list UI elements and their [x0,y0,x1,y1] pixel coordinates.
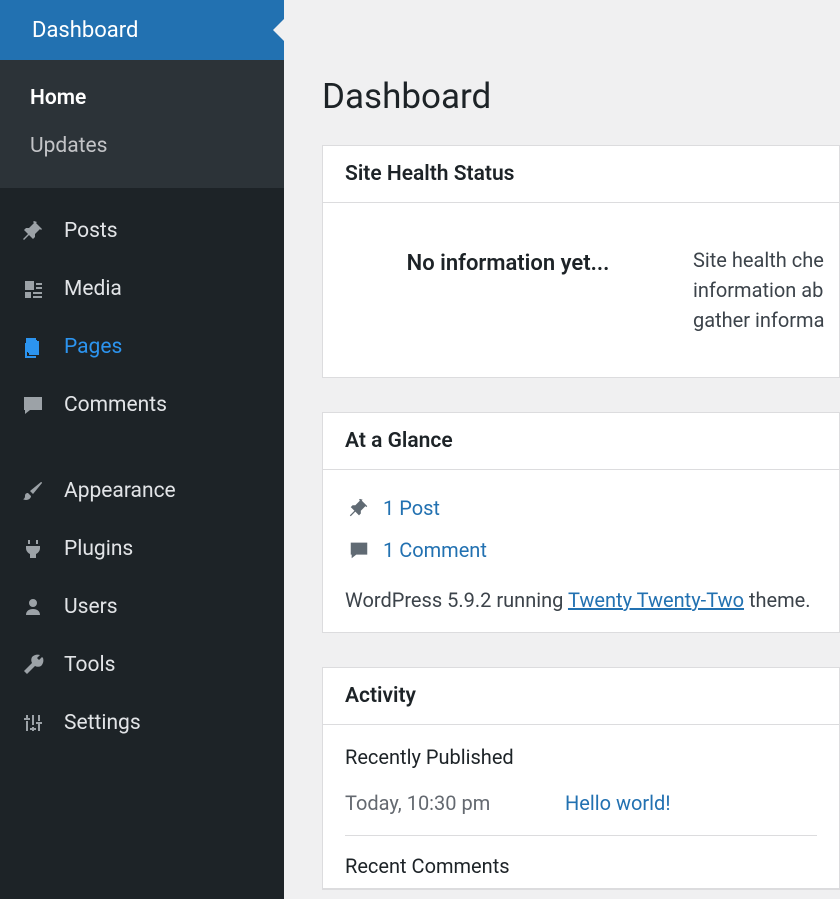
pushpin-icon [345,494,373,522]
glance-footer: WordPress 5.9.2 running Twenty Twenty-Tw… [345,588,817,612]
sidebar-item-settings[interactable]: Settings [0,694,284,752]
activity-heading: Activity [345,684,817,708]
glance-footer-pre: WordPress 5.9.2 running [345,588,568,612]
divider [323,888,839,889]
sidebar-item-label: Plugins [64,537,133,561]
site-health-header: Site Health Status [323,146,839,203]
activity-widget: Activity Recently Published Today, 10:30… [322,667,840,890]
glance-heading: At a Glance [345,429,817,453]
sidebar-item-posts[interactable]: Posts [0,202,284,260]
activity-post-link[interactable]: Hello world! [565,791,670,815]
activity-recently-published: Recently Published [345,745,817,769]
site-health-desc-line: information ab [693,275,824,305]
sliders-icon [20,710,46,736]
comments-icon [20,392,46,418]
dashboard-submenu: Home Updates [0,60,284,188]
sidebar-item-pages[interactable]: Pages [0,318,284,376]
sidebar-item-label: Comments [64,393,167,417]
pages-icon [20,334,46,360]
brush-icon [20,478,46,504]
sidebar-item-tools[interactable]: Tools [0,636,284,694]
site-health-widget: Site Health Status No information yet...… [322,145,840,378]
user-icon [20,594,46,620]
pushpin-icon [20,218,46,244]
site-health-desc-line: Site health che [693,245,824,275]
glance-posts-link[interactable]: 1 Post [383,496,440,520]
sidebar-item-label: Pages [64,335,122,359]
glance-posts: 1 Post [345,494,817,522]
site-health-description: Site health che information ab gather in… [693,245,824,335]
site-health-desc-line: gather informa [693,305,824,335]
sidebar-item-label: Dashboard [32,18,138,43]
page-title: Dashboard [322,0,840,145]
sidebar-item-appearance[interactable]: Appearance [0,462,284,520]
sidebar-item-media[interactable]: Media [0,260,284,318]
submenu-item-home[interactable]: Home [0,74,284,122]
comments-icon [345,536,373,564]
sidebar-item-label: Media [64,277,122,301]
sidebar-item-dashboard[interactable]: Dashboard [0,0,284,60]
wrench-icon [20,652,46,678]
sidebar-item-label: Appearance [64,479,176,503]
activity-row: Today, 10:30 pm Hello world! [345,791,817,815]
sidebar-item-users[interactable]: Users [0,578,284,636]
site-health-heading: Site Health Status [345,162,817,186]
glance-comments-link[interactable]: 1 Comment [383,538,487,562]
sidebar-item-comments[interactable]: Comments [0,376,284,434]
glance-theme-link[interactable]: Twenty Twenty-Two [568,588,744,612]
glance-comments: 1 Comment [345,536,817,564]
at-a-glance-widget: At a Glance 1 Post 1 Comment WordPress 5… [322,412,840,633]
main-content: Dashboard Site Health Status No informat… [284,0,840,899]
activity-header: Activity [323,668,839,725]
sidebar-item-label: Tools [64,653,115,677]
media-icon [20,276,46,302]
sidebar-item-label: Settings [64,711,141,735]
glance-footer-post: theme. [744,588,811,612]
admin-sidebar: Dashboard Home Updates Posts Media Pages… [0,0,284,899]
submenu-item-updates[interactable]: Updates [0,122,284,170]
site-health-status-text: No information yet... [323,245,693,276]
sidebar-item-plugins[interactable]: Plugins [0,520,284,578]
sidebar-item-label: Posts [64,219,118,243]
glance-header: At a Glance [323,413,839,470]
sidebar-item-label: Users [64,595,118,619]
plug-icon [20,536,46,562]
activity-time: Today, 10:30 pm [345,791,565,815]
activity-recent-comments: Recent Comments [345,835,817,878]
